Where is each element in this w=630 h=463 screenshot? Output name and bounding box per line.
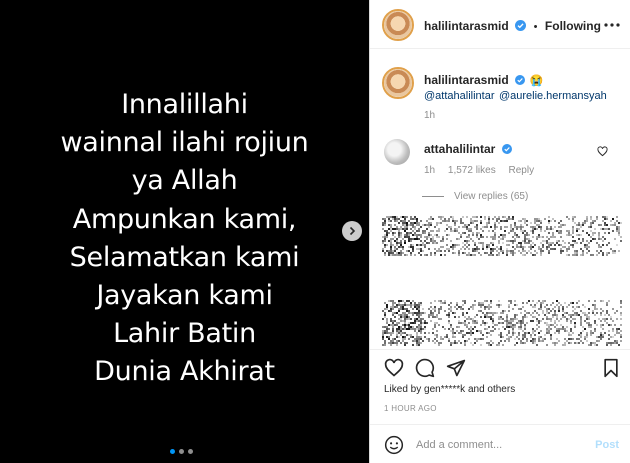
more-icon[interactable] [602,15,622,35]
following-button[interactable]: Following [545,19,601,33]
carousel-dot[interactable] [170,449,175,454]
comment-input[interactable]: Add a comment... [416,439,502,451]
bookmark-icon[interactable] [601,358,621,378]
post-side-panel: halilintarasmid • Following halilintaras… [369,0,630,463]
view-replies-label: View replies (65) [454,191,529,202]
post-text-line: Ampunkan kami, [72,203,297,235]
comment-username[interactable]: attahalilintar [424,142,495,156]
mention-link[interactable]: @aurelie.hermansyah [499,90,607,102]
separator-dot: • [533,21,538,33]
mention-link[interactable]: @attahalilintar [424,90,494,102]
chevron-right-icon [349,226,356,236]
verified-icon [501,143,512,154]
avatar[interactable] [382,67,414,99]
avatar[interactable] [384,139,410,165]
action-bar [370,349,630,379]
emoji-icon[interactable] [384,435,404,455]
liked-by[interactable]: Liked by gen*****k and others [384,384,515,395]
post-header: halilintarasmid • Following [370,0,630,49]
post-text: Innalillahi wainnal ilahi rojiun ya Alla… [0,86,369,392]
post-button[interactable]: Post [595,439,619,451]
blurred-comment [382,216,622,256]
reply-button[interactable]: Reply [509,165,535,176]
post-text-line: Innalillahi [121,89,248,120]
comment-time: 1h [424,165,436,176]
add-comment-bar: Add a comment... Post [370,424,630,463]
comment-likes[interactable]: 1,572 likes [448,165,496,176]
carousel-dot[interactable] [188,449,193,454]
caption-time: 1h [424,110,436,121]
heart-icon[interactable] [384,358,404,378]
post-text-line: Dunia Akhirat [94,356,275,388]
post-text-line: Selamatkan kami [69,241,300,273]
header-username[interactable]: halilintarasmid [424,19,509,33]
post-text-line: Jayakan kami [96,280,273,312]
blurred-comment [382,300,622,346]
carousel-dot[interactable] [179,449,184,454]
view-replies-button[interactable]: View replies (65) [422,191,528,202]
caption-username[interactable]: halilintarasmid [424,73,509,87]
post-image[interactable]: Innalillahi wainnal ilahi rojiun ya Alla… [0,0,369,463]
next-slide-button[interactable] [342,221,362,241]
carousel-dots [170,449,193,454]
post-text-line: ya Allah [131,165,238,197]
heart-icon[interactable] [597,146,608,157]
post-timestamp: 1 HOUR AGO [384,404,437,413]
avatar[interactable] [382,9,414,41]
post-text-line: Lahir Batin [113,318,256,350]
verified-icon [515,74,526,85]
post-text-line: wainnal ilahi rojiun [60,127,309,159]
verified-icon [515,20,527,32]
comment-icon[interactable] [415,358,435,378]
share-icon[interactable] [446,358,466,378]
